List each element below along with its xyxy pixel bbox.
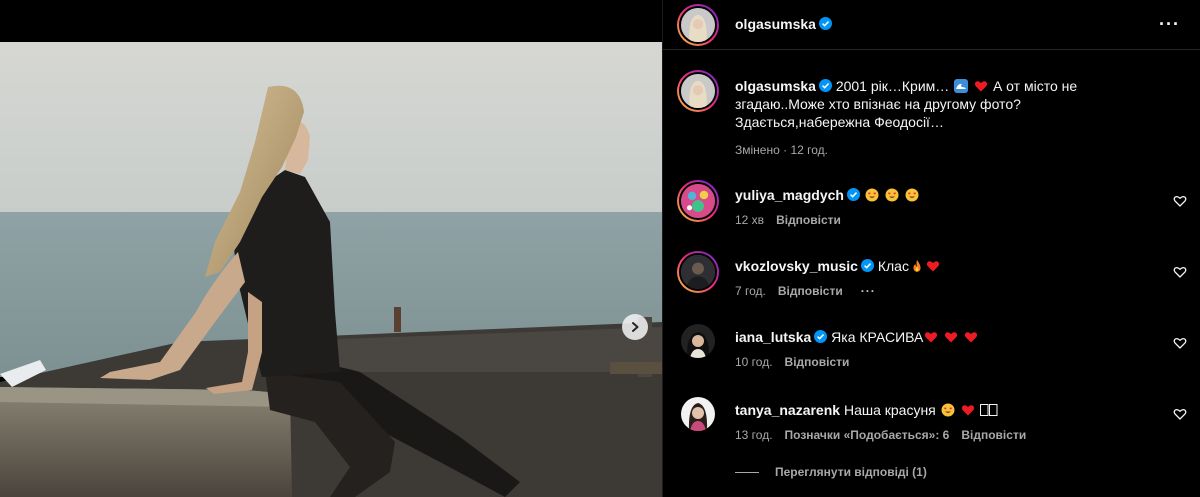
comment-text: Наша красуня	[843, 402, 936, 418]
chevron-right-icon	[632, 322, 639, 332]
comment-meta: 7 год. Відповісти ···	[735, 284, 876, 298]
edited-label: Змінено	[735, 143, 780, 157]
caption-meta: Змінено · 12 год.	[735, 143, 828, 157]
post-photo-image	[0, 42, 662, 497]
comment-meta: 13 год. Позначки «Подобається»: 6 Відповіс…	[735, 428, 1026, 442]
verified-badge-icon	[818, 79, 832, 92]
author-username[interactable]: olgasumska	[735, 16, 816, 32]
comment-row: vkozlovsky_music Клас 7 год. Відповісти ··…	[663, 251, 1200, 301]
comment-body: vkozlovsky_music Клас	[735, 257, 1151, 275]
avatar-image	[681, 324, 715, 358]
commenter-avatar[interactable]	[681, 397, 715, 431]
reply-button[interactable]: Відповісти	[961, 428, 1026, 442]
commenter-avatar[interactable]	[681, 324, 715, 358]
comment-username[interactable]: iana_lutska	[735, 329, 811, 345]
commenter-avatar[interactable]	[677, 251, 719, 293]
comment-row: tanya_nazarenk Наша красуня 13 год. Позна…	[663, 395, 1200, 445]
author-name-block: olgasumska	[735, 16, 832, 34]
caption-username[interactable]: olgasumska	[735, 78, 816, 94]
comment-body: yuliya_magdych	[735, 186, 1151, 204]
view-replies-button[interactable]: Переглянути відповіді (1)	[735, 465, 927, 479]
wave-emoji-icon	[954, 79, 969, 93]
replies-divider	[735, 471, 759, 473]
heart-outline-icon	[1173, 195, 1187, 207]
heart-eyes-emoji-icon	[885, 188, 899, 202]
verified-badge-icon	[818, 17, 832, 30]
reply-button[interactable]: Відповісти	[778, 284, 843, 298]
avatar-image	[681, 397, 715, 431]
comment-username[interactable]: yuliya_magdych	[735, 187, 844, 203]
comment-text: Клас	[877, 258, 909, 274]
verified-badge-icon	[814, 330, 828, 343]
comment-row: iana_lutska Яка КРАСИВА 10 год. Відповіст…	[663, 322, 1200, 372]
flag-emoji-icon	[980, 404, 998, 416]
verified-badge-icon	[846, 188, 860, 201]
verified-badge-icon	[860, 259, 874, 272]
red-heart-emoji-icon	[965, 332, 978, 343]
heart-eyes-emoji-icon	[905, 188, 919, 202]
comment-time[interactable]: 13 год.	[735, 428, 773, 442]
comment-options-icon[interactable]: ···	[861, 284, 876, 298]
heart-outline-icon	[1173, 266, 1187, 278]
commenter-avatar[interactable]	[677, 180, 719, 222]
comment-time[interactable]: 12 хв	[735, 213, 764, 227]
comment-username[interactable]: vkozlovsky_music	[735, 258, 858, 274]
heart-outline-icon	[1173, 337, 1187, 349]
red-heart-emoji-icon	[961, 405, 974, 416]
caption-text-part1: 2001 рік…Крим…	[835, 78, 950, 94]
post-photo	[0, 42, 662, 497]
likes-count[interactable]: Позначки «Подобається»: 6	[785, 428, 950, 442]
reply-button[interactable]: Відповісти	[785, 355, 850, 369]
avatar-image	[681, 74, 715, 108]
instagram-post-modal: olgasumska ··· olgasumska 2001 рік…Крим…	[0, 0, 1200, 497]
caption-row: olgasumska 2001 рік…Крим… А от місто не …	[663, 70, 1200, 160]
comment-meta: 10 год. Відповісти	[735, 355, 849, 369]
fire-emoji-icon	[913, 260, 921, 272]
avatar-image	[681, 184, 715, 218]
more-options-icon[interactable]: ···	[1159, 15, 1180, 33]
red-heart-emoji-icon	[974, 81, 988, 92]
avatar-image	[681, 255, 715, 289]
avatar-image	[681, 8, 715, 42]
comment-row: yuliya_magdych 12 хв Відповісти	[663, 180, 1200, 230]
like-comment-button[interactable]	[1173, 265, 1187, 279]
heart-outline-icon	[1173, 408, 1187, 420]
reply-button[interactable]: Відповісти	[776, 213, 841, 227]
post-header: olgasumska ···	[663, 0, 1200, 50]
comment-body: iana_lutska Яка КРАСИВА	[735, 328, 1151, 346]
red-heart-emoji-icon	[926, 261, 940, 272]
comments-panel: olgasumska ··· olgasumska 2001 рік…Крим…	[662, 0, 1200, 497]
caption-avatar[interactable]	[677, 70, 719, 112]
red-heart-emoji-icon	[945, 332, 958, 343]
comment-username[interactable]: tanya_nazarenk	[735, 402, 840, 418]
comment-body: tanya_nazarenk Наша красуня	[735, 401, 1151, 419]
comment-text: Яка КРАСИВА	[831, 329, 924, 345]
comment-time[interactable]: 10 год.	[735, 355, 773, 369]
next-photo-button[interactable]	[622, 314, 648, 340]
comment-meta: 12 хв Відповісти	[735, 213, 841, 227]
meta-separator: ·	[783, 143, 788, 157]
post-media	[0, 0, 662, 497]
like-comment-button[interactable]	[1173, 336, 1187, 350]
caption-time[interactable]: 12 год.	[790, 143, 828, 157]
like-comment-button[interactable]	[1173, 407, 1187, 421]
author-avatar[interactable]	[677, 4, 719, 46]
caption-body: olgasumska 2001 рік…Крим… А от місто не …	[735, 77, 1101, 131]
heart-eyes-emoji-icon	[865, 188, 879, 202]
like-comment-button[interactable]	[1173, 194, 1187, 208]
view-replies-label: Переглянути відповіді (1)	[775, 465, 927, 479]
red-heart-emoji-icon	[925, 332, 938, 343]
comment-time[interactable]: 7 год.	[735, 284, 766, 298]
heart-eyes-emoji-icon	[941, 403, 955, 417]
